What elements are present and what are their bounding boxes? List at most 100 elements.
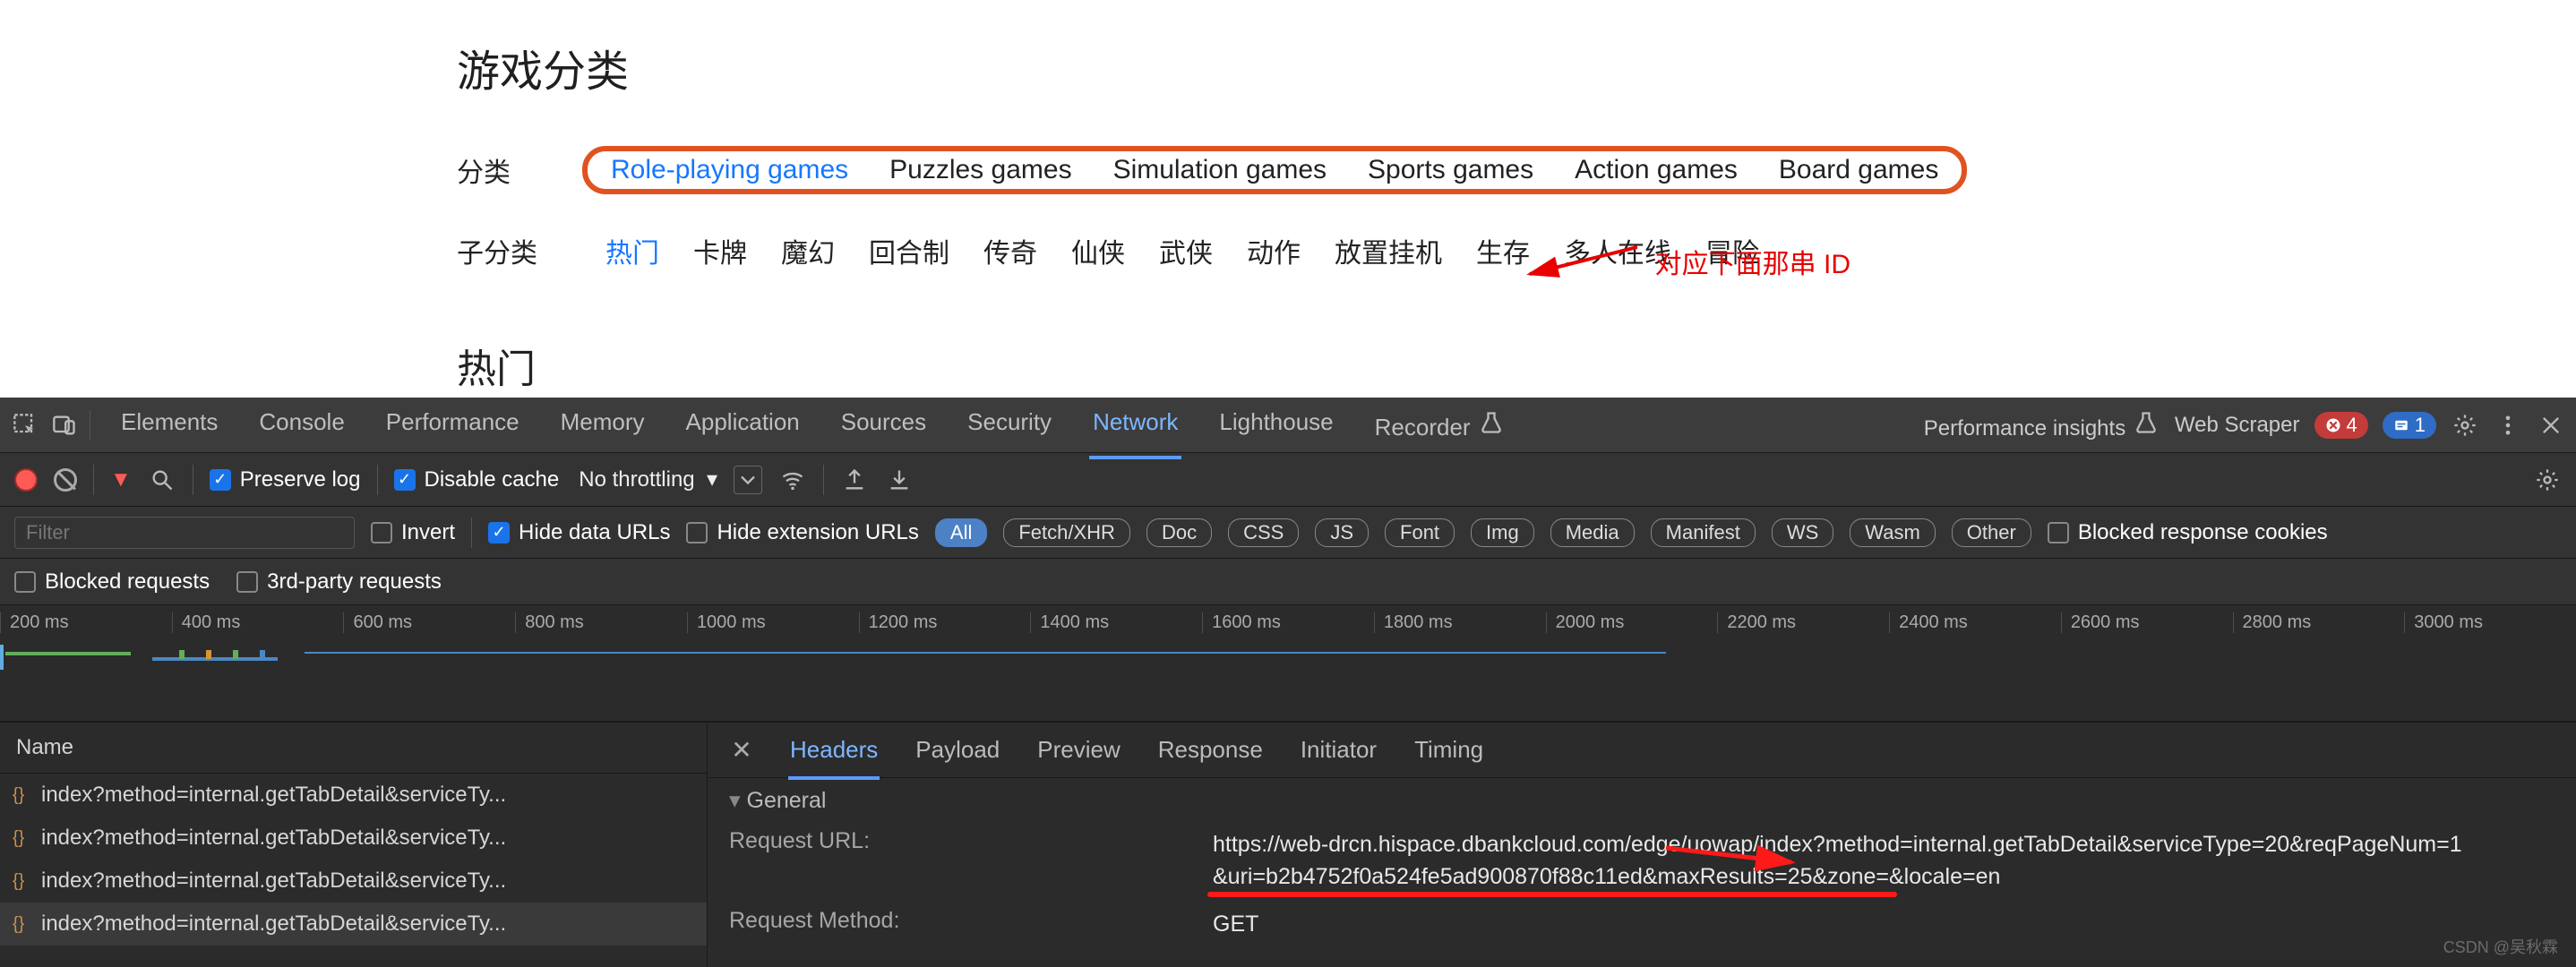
hide-data-urls-checkbox[interactable]: ✓Hide data URLs: [488, 520, 670, 545]
request-row[interactable]: {}index?method=internal.getTabDetail&ser…: [0, 860, 707, 903]
tick: 2000 ms: [1546, 612, 1718, 633]
category-item[interactable]: Simulation games: [1113, 155, 1327, 185]
category-item[interactable]: Action games: [1575, 155, 1738, 185]
devtools-tabs: Elements Console Performance Memory Appl…: [117, 396, 1509, 454]
type-pill-manifest[interactable]: Manifest: [1651, 518, 1756, 547]
category-item[interactable]: Puzzles games: [889, 155, 1071, 185]
tab-security[interactable]: Security: [964, 396, 1055, 454]
type-pill-all[interactable]: All: [935, 518, 987, 547]
subcategory-item[interactable]: 传奇: [983, 231, 1037, 270]
type-pill-other[interactable]: Other: [1952, 518, 2031, 547]
tab-recorder[interactable]: Recorder: [1371, 396, 1509, 454]
category-item[interactable]: Board games: [1779, 155, 1938, 185]
wifi-icon[interactable]: [778, 466, 807, 494]
network-filter-bar: Invert ✓Hide data URLs Hide extension UR…: [0, 507, 2576, 559]
network-timeline[interactable]: 200 ms 400 ms 600 ms 800 ms 1000 ms 1200…: [0, 605, 2576, 722]
type-pill-css[interactable]: CSS: [1228, 518, 1299, 547]
upload-icon[interactable]: [840, 466, 869, 494]
subcategory-item[interactable]: 热门: [605, 231, 659, 270]
separator: [93, 465, 94, 495]
detail-tab-payload[interactable]: Payload: [914, 723, 1001, 776]
clear-button[interactable]: [54, 468, 77, 492]
close-detail-button[interactable]: ✕: [729, 738, 754, 763]
inspect-icon[interactable]: [11, 411, 39, 440]
request-row[interactable]: {}index?method=internal.getTabDetail&ser…: [0, 903, 707, 946]
type-pill-doc[interactable]: Doc: [1146, 518, 1212, 547]
type-pill-media[interactable]: Media: [1550, 518, 1635, 547]
request-list-header[interactable]: Name: [0, 723, 707, 774]
subcategory-item[interactable]: 仙侠: [1071, 231, 1125, 270]
tick: 1200 ms: [859, 612, 1031, 633]
type-pill-js[interactable]: JS: [1315, 518, 1369, 547]
tab-network[interactable]: Network: [1089, 396, 1181, 454]
subcategory-item[interactable]: 动作: [1247, 231, 1301, 270]
detail-tab-timing[interactable]: Timing: [1413, 723, 1485, 776]
subcategory-item[interactable]: 放置挂机: [1335, 231, 1442, 270]
kv-value: GET: [1213, 908, 2555, 940]
record-button[interactable]: [14, 468, 38, 492]
separator: [823, 465, 824, 495]
kebab-icon[interactable]: [2494, 411, 2522, 440]
error-badge[interactable]: 4: [2314, 412, 2368, 439]
tab-sources[interactable]: Sources: [837, 396, 930, 454]
filter-input[interactable]: [14, 517, 355, 549]
general-section[interactable]: ▾ General: [729, 787, 2555, 814]
preserve-log-checkbox[interactable]: ✓Preserve log: [210, 467, 361, 492]
chevron-down-icon[interactable]: [734, 466, 762, 494]
tab-performance-insights[interactable]: Performance insights: [1924, 408, 2160, 441]
download-icon[interactable]: [885, 466, 914, 494]
braces-icon: {}: [13, 914, 32, 934]
throttling-select[interactable]: No throttling ▾: [579, 466, 717, 492]
blocked-cookies-checkbox[interactable]: Blocked response cookies: [2048, 520, 2328, 545]
detail-tab-initiator[interactable]: Initiator: [1299, 723, 1378, 776]
type-pill-font[interactable]: Font: [1385, 518, 1455, 547]
subcategory-item[interactable]: 回合制: [869, 231, 949, 270]
category-item[interactable]: Role-playing games: [611, 155, 848, 185]
request-row[interactable]: {}index?method=internal.getTabDetail&ser…: [0, 774, 707, 817]
category-box-highlight: Role-playing games Puzzles games Simulat…: [582, 146, 1967, 194]
timeline-bar: [305, 652, 1666, 654]
tick: 1600 ms: [1202, 612, 1374, 633]
filter-toggle-icon[interactable]: ▼: [110, 467, 132, 492]
subcategory-item[interactable]: 武侠: [1159, 231, 1213, 270]
timeline-bar: [152, 657, 278, 661]
tab-lighthouse[interactable]: Lighthouse: [1215, 396, 1336, 454]
timeline-bars: [0, 645, 2576, 672]
kv-value[interactable]: https://web-drcn.hispace.dbankcloud.com/…: [1213, 828, 2555, 894]
tab-web-scraper[interactable]: Web Scraper: [2175, 413, 2300, 438]
hide-ext-urls-checkbox[interactable]: Hide extension URLs: [686, 520, 918, 545]
type-pill-fetch[interactable]: Fetch/XHR: [1003, 518, 1130, 547]
tick: 3000 ms: [2404, 612, 2576, 633]
device-toolbar-icon[interactable]: [50, 411, 79, 440]
timeline-bar: [206, 650, 211, 659]
invert-checkbox[interactable]: Invert: [371, 520, 455, 545]
subcategory-item[interactable]: 魔幻: [781, 231, 835, 270]
request-detail-panel: ✕ Headers Payload Preview Response Initi…: [708, 723, 2576, 967]
gear-icon[interactable]: [2451, 411, 2479, 440]
gear-icon[interactable]: [2533, 466, 2562, 494]
blocked-requests-checkbox[interactable]: Blocked requests: [14, 569, 210, 595]
info-badge[interactable]: 1: [2383, 412, 2436, 439]
detail-tab-headers[interactable]: Headers: [788, 723, 880, 776]
type-pill-img[interactable]: Img: [1471, 518, 1534, 547]
tab-elements[interactable]: Elements: [117, 396, 221, 454]
tab-memory[interactable]: Memory: [557, 396, 648, 454]
kv-label: Request URL:: [729, 828, 1213, 854]
request-row[interactable]: {}index?method=internal.getTabDetail&ser…: [0, 817, 707, 860]
search-icon[interactable]: [148, 466, 176, 494]
subcategory-item[interactable]: 卡牌: [693, 231, 747, 270]
annotation-underline: [1207, 892, 1897, 897]
timeline-bar: [233, 650, 238, 659]
detail-tab-preview[interactable]: Preview: [1035, 723, 1121, 776]
tab-performance[interactable]: Performance: [382, 396, 523, 454]
detail-tab-response[interactable]: Response: [1156, 723, 1265, 776]
tick: 2400 ms: [1889, 612, 2061, 633]
third-party-checkbox[interactable]: 3rd-party requests: [236, 569, 442, 595]
tab-console[interactable]: Console: [255, 396, 348, 454]
type-pill-ws[interactable]: WS: [1772, 518, 1833, 547]
tab-application[interactable]: Application: [683, 396, 803, 454]
type-pill-wasm[interactable]: Wasm: [1850, 518, 1936, 547]
disable-cache-checkbox[interactable]: ✓Disable cache: [394, 467, 560, 492]
close-icon[interactable]: [2537, 411, 2565, 440]
category-item[interactable]: Sports games: [1368, 155, 1533, 185]
